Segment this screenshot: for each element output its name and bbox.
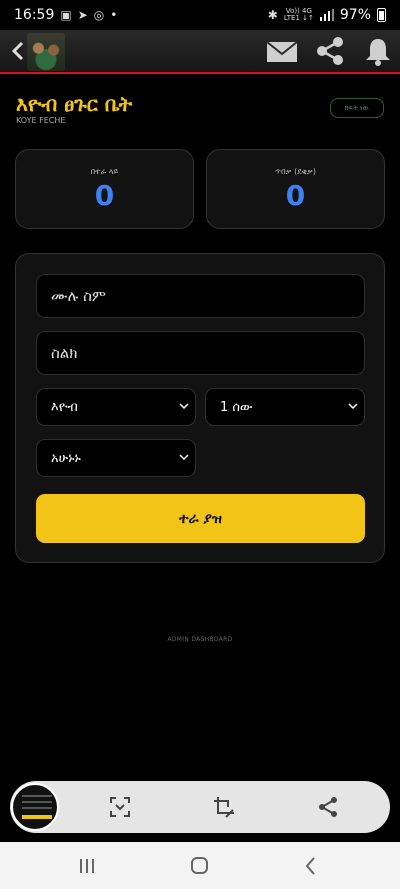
status-bar: 16:59 ▣ ➤ ◎ • ✱ Vo)) 4G LTE1 ↓↑ 97%: [0, 0, 400, 30]
gallery-icon: ▣: [60, 8, 72, 22]
recents-icon[interactable]: [72, 854, 102, 878]
queue-stat-value: 0: [94, 179, 115, 212]
wait-stat-label: ጥበቃ (ደቂቃ): [275, 167, 316, 176]
shop-avatar: [27, 33, 65, 71]
chevron-down-icon: [179, 454, 189, 461]
time-select[interactable]: አሁኑኑ: [36, 439, 196, 477]
signal-icon: [319, 9, 334, 21]
shop-subtitle: KOYE FECHE: [16, 116, 66, 125]
share-icon[interactable]: [314, 36, 346, 66]
system-nav-bar: [0, 842, 400, 889]
share-icon[interactable]: [316, 795, 340, 819]
people-select[interactable]: 1 ሰው: [205, 388, 365, 426]
shop-title: እዮብ ፀጉር ቤት: [16, 92, 133, 116]
full-name-input[interactable]: ሙሉ ስም: [36, 274, 365, 318]
bluetooth-icon: ✱: [267, 8, 278, 22]
whatsapp-icon: ◎: [93, 8, 105, 22]
open-status-badge: ክፍት ነው: [330, 98, 384, 118]
app-header: [0, 30, 400, 74]
booking-form: ሙሉ ስም ስልክ እዮብ 1 ሰው አሁኑኑ ተራ ያዝ: [15, 253, 385, 563]
phone-input[interactable]: ስልክ: [36, 331, 365, 375]
admin-dashboard-link[interactable]: ADMIN DASHBOARD: [0, 636, 400, 643]
barber-select[interactable]: እዮብ: [36, 388, 196, 426]
back-icon: [11, 41, 24, 61]
scan-icon[interactable]: [108, 795, 132, 819]
chevron-down-icon: [348, 403, 358, 410]
wait-stat-value: 0: [285, 179, 306, 212]
time-select-value: አሁኑኑ: [51, 450, 81, 466]
people-select-value: 1 ሰው: [220, 399, 253, 415]
network-indicator: Vo)) 4G LTE1 ↓↑: [283, 7, 314, 22]
queue-stat-card: በተራ ላይ 0: [15, 149, 194, 229]
home-icon[interactable]: [184, 854, 214, 878]
battery-percent: 97%: [339, 7, 371, 23]
mail-icon[interactable]: [266, 36, 298, 66]
crop-edit-icon[interactable]: [212, 795, 236, 819]
status-time: 16:59: [14, 7, 55, 23]
back-icon[interactable]: [296, 854, 326, 878]
queue-stat-label: በተራ ላይ: [90, 167, 119, 176]
dot-icon: •: [110, 8, 118, 22]
bell-icon[interactable]: [362, 36, 394, 66]
screenshot-thumbnail[interactable]: [11, 783, 59, 831]
chevron-down-icon: [179, 403, 189, 410]
telegram-icon: ➤: [77, 8, 88, 22]
battery-icon: [377, 8, 386, 22]
wait-stat-card: ጥበቃ (ደቂቃ) 0: [206, 149, 385, 229]
screenshot-toolbar: [10, 781, 390, 833]
barber-select-value: እዮብ: [51, 399, 78, 415]
book-queue-button[interactable]: ተራ ያዝ: [36, 494, 365, 543]
